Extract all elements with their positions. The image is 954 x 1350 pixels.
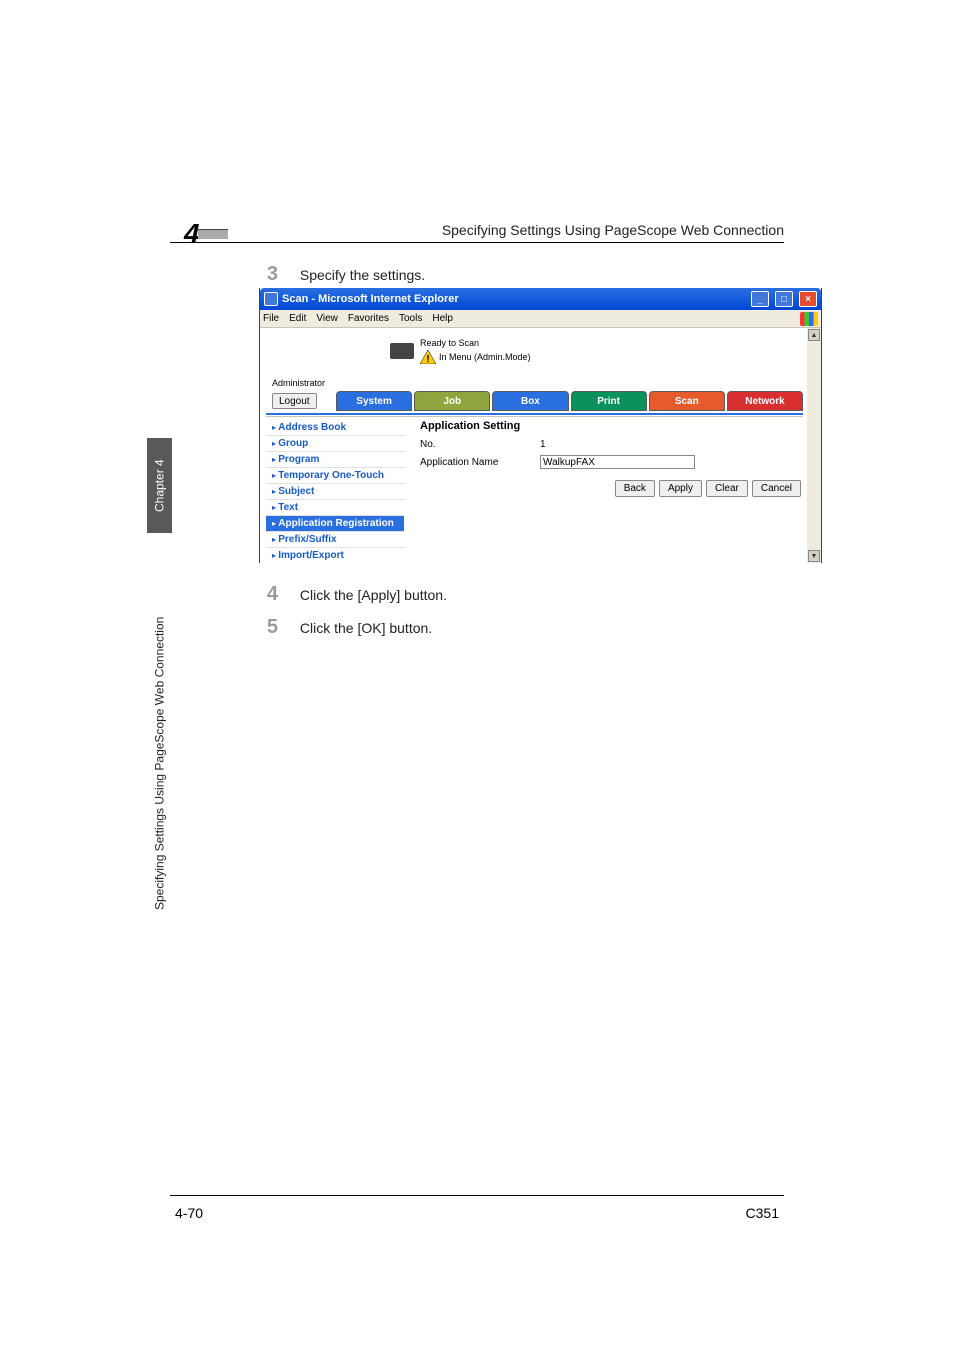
sidenav-subject[interactable]: Subject	[266, 484, 404, 500]
maximize-button[interactable]: □	[775, 291, 793, 307]
step-number: 5	[248, 616, 278, 639]
menu-bar: File Edit View Favorites Tools Help	[260, 310, 821, 328]
application-name-input[interactable]	[540, 455, 695, 469]
menu-help[interactable]: Help	[432, 313, 453, 324]
step-text: Click the [Apply] button.	[300, 587, 447, 603]
sidetab-section: Specifying Settings Using PageScope Web …	[147, 533, 172, 993]
tab-underline2	[266, 416, 803, 417]
tab-job[interactable]: Job	[414, 391, 490, 411]
scroll-down-button[interactable]: ▼	[808, 550, 820, 562]
svg-text:!: !	[426, 354, 429, 364]
status-ready: Ready to Scan	[420, 338, 531, 348]
header-rule	[170, 242, 784, 243]
administrator-label: Administrator	[272, 378, 325, 388]
chapter-divider	[198, 229, 228, 239]
status-mode: In Menu (Admin.Mode)	[439, 352, 531, 362]
side-nav: Address Book Group Program Temporary One…	[266, 420, 404, 563]
menu-edit[interactable]: Edit	[289, 313, 306, 324]
menu-file[interactable]: File	[263, 313, 279, 324]
printer-status: Ready to Scan ! In Menu (Admin.Mode)	[390, 338, 531, 364]
printer-icon	[390, 343, 414, 359]
sidenav-application-registration[interactable]: Application Registration	[266, 516, 404, 532]
running-head: Specifying Settings Using PageScope Web …	[442, 222, 784, 238]
footer-rule	[170, 1195, 784, 1196]
sidenav-address-book[interactable]: Address Book	[266, 420, 404, 436]
scrollbar[interactable]: ▲ ▼	[807, 328, 821, 563]
sidenav-text[interactable]: Text	[266, 500, 404, 516]
close-button[interactable]: ×	[799, 291, 817, 307]
step-number: 4	[248, 583, 278, 606]
tab-box[interactable]: Box	[492, 391, 568, 411]
model-label: C351	[746, 1205, 779, 1221]
step-text: Specify the settings.	[300, 267, 425, 283]
browser-window: Scan - Microsoft Internet Explorer _ □ ×…	[259, 288, 822, 563]
windows-flag-icon	[800, 312, 818, 326]
no-label: No.	[420, 439, 540, 450]
scroll-up-button[interactable]: ▲	[808, 329, 820, 341]
menu-tools[interactable]: Tools	[399, 313, 422, 324]
sidenav-program[interactable]: Program	[266, 452, 404, 468]
tab-underline	[266, 413, 803, 415]
logout-button[interactable]: Logout	[272, 393, 317, 409]
no-value: 1	[540, 439, 546, 450]
cancel-button[interactable]: Cancel	[752, 480, 801, 497]
tab-print[interactable]: Print	[571, 391, 647, 411]
sidenav-import-export[interactable]: Import/Export	[266, 548, 404, 563]
step-number: 3	[248, 263, 278, 286]
tab-system[interactable]: System	[336, 391, 412, 411]
sidenav-group[interactable]: Group	[266, 436, 404, 452]
menu-favorites[interactable]: Favorites	[348, 313, 389, 324]
back-button[interactable]: Back	[615, 480, 655, 497]
sidetab-chapter: Chapter 4	[147, 438, 172, 533]
page-number: 4-70	[175, 1205, 203, 1221]
browser-content: ▲ ▼ Ready to Scan ! In Menu (Admin.Mode)…	[260, 328, 821, 563]
menu-view[interactable]: View	[316, 313, 338, 324]
tab-network[interactable]: Network	[727, 391, 803, 411]
ie-icon	[264, 292, 278, 306]
sidenav-temporary-one-touch[interactable]: Temporary One-Touch	[266, 468, 404, 484]
clear-button[interactable]: Clear	[706, 480, 748, 497]
warning-icon: !	[420, 350, 436, 364]
application-name-label: Application Name	[420, 457, 540, 468]
form-title: Application Setting	[420, 420, 801, 432]
minimize-button[interactable]: _	[751, 291, 769, 307]
step-text: Click the [OK] button.	[300, 620, 432, 636]
tab-bar: System Job Box Print Scan Network	[336, 391, 803, 411]
title-bar: Scan - Microsoft Internet Explorer _ □ ×	[260, 288, 821, 310]
window-title: Scan - Microsoft Internet Explorer	[282, 293, 459, 305]
tab-scan[interactable]: Scan	[649, 391, 725, 411]
form-area: Application Setting No. 1 Application Na…	[420, 420, 801, 497]
sidenav-prefix-suffix[interactable]: Prefix/Suffix	[266, 532, 404, 548]
apply-button[interactable]: Apply	[659, 480, 702, 497]
